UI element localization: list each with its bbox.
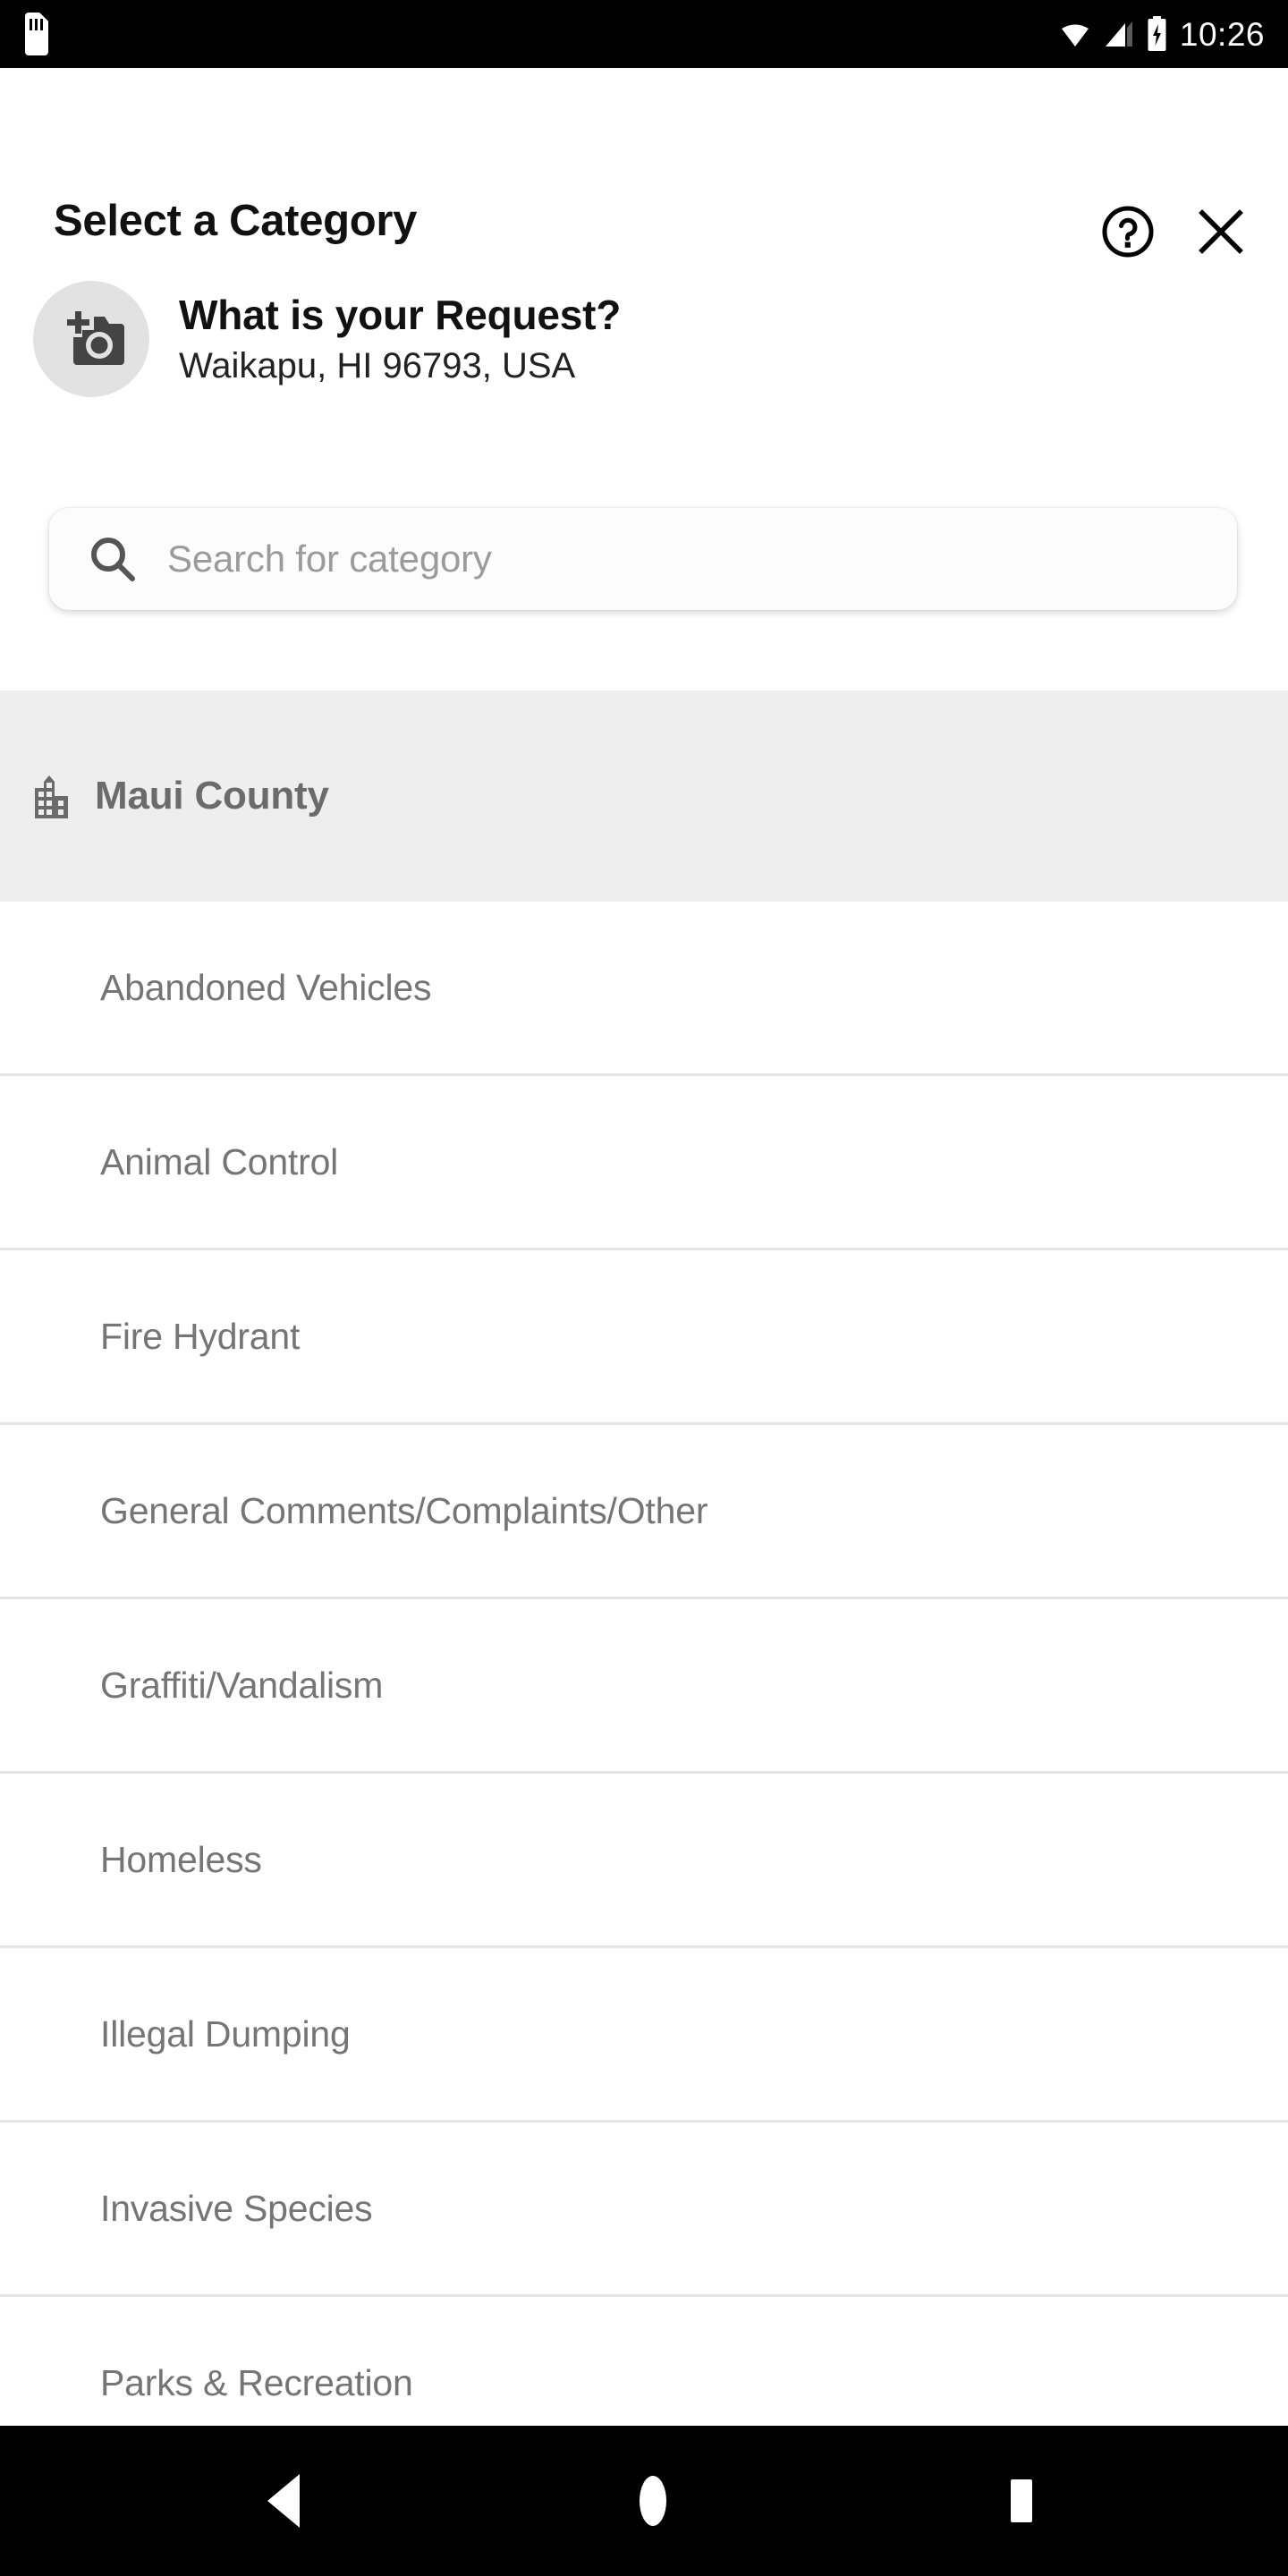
search-placeholder: Search for category: [167, 538, 492, 580]
category-label: Abandoned Vehicles: [100, 966, 432, 1008]
section-label: Maui County: [95, 774, 329, 818]
list-item[interactable]: Animal Control: [0, 1076, 1288, 1250]
help-button[interactable]: [1100, 204, 1156, 259]
home-circle-icon: [640, 2476, 666, 2526]
list-item[interactable]: Homeless: [0, 1774, 1288, 1948]
request-text: What is your Request? Waikapu, HI 96793,…: [179, 291, 621, 387]
status-bar: 10:26: [0, 0, 1288, 68]
header-actions: [1100, 204, 1249, 259]
android-navigation-bar: [0, 2426, 1288, 2576]
category-label: Invasive Species: [100, 2187, 373, 2229]
list-item[interactable]: Invasive Species: [0, 2123, 1288, 2297]
recents-square-icon: [1011, 2479, 1032, 2522]
page-title: Select a Category: [54, 197, 418, 245]
battery-charging-icon: [1147, 16, 1167, 52]
buildings-icon: [35, 775, 68, 818]
section-header-maui-county: Maui County: [0, 691, 1288, 902]
category-list: Abandoned Vehicles Animal Control Fire H…: [0, 902, 1288, 2471]
add-a-photo-icon: [67, 311, 124, 365]
category-label: Parks & Recreation: [100, 2361, 413, 2403]
list-item[interactable]: Illegal Dumping: [0, 1948, 1288, 2123]
search-icon: [91, 538, 135, 581]
category-label: Animal Control: [100, 1140, 339, 1182]
nav-recents-button[interactable]: [975, 2454, 1068, 2547]
category-label: Graffiti/Vandalism: [100, 1664, 384, 1706]
request-summary: What is your Request? Waikapu, HI 96793,…: [0, 258, 1288, 419]
request-title: What is your Request?: [179, 291, 622, 338]
status-bar-right-icons: 10:26: [1059, 16, 1265, 52]
back-triangle-icon: [267, 2474, 300, 2528]
category-label: Fire Hydrant: [100, 1315, 301, 1357]
list-item[interactable]: Graffiti/Vandalism: [0, 1599, 1288, 1774]
list-item[interactable]: Abandoned Vehicles: [0, 902, 1288, 1076]
list-item[interactable]: General Comments/Complaints/Other: [0, 1425, 1288, 1599]
close-button[interactable]: [1193, 204, 1249, 259]
category-label: General Comments/Complaints/Other: [100, 1489, 708, 1531]
wifi-icon: [1061, 24, 1089, 47]
list-item[interactable]: Fire Hydrant: [0, 1250, 1288, 1425]
status-bar-left-icons: [25, 13, 48, 55]
status-bar-clock: 10:26: [1179, 15, 1265, 53]
app-screen: 10:26 Select a Category What is your Req…: [0, 0, 1288, 2576]
search-section: Search for category: [0, 479, 1288, 691]
help-circle-icon: [1102, 206, 1154, 258]
category-label: Illegal Dumping: [100, 2012, 351, 2055]
request-address: Waikapu, HI 96793, USA: [179, 346, 576, 386]
dialog-header: Select a Category What is your Request? …: [0, 68, 1288, 547]
category-label: Homeless: [100, 1838, 262, 1880]
nav-back-button[interactable]: [240, 2454, 333, 2547]
nav-home-button[interactable]: [606, 2454, 699, 2547]
close-icon: [1199, 209, 1243, 254]
search-input[interactable]: Search for category: [49, 508, 1237, 610]
cellular-signal-icon: [1105, 21, 1132, 47]
sd-card-icon: [25, 13, 48, 55]
photo-button[interactable]: [33, 281, 149, 397]
